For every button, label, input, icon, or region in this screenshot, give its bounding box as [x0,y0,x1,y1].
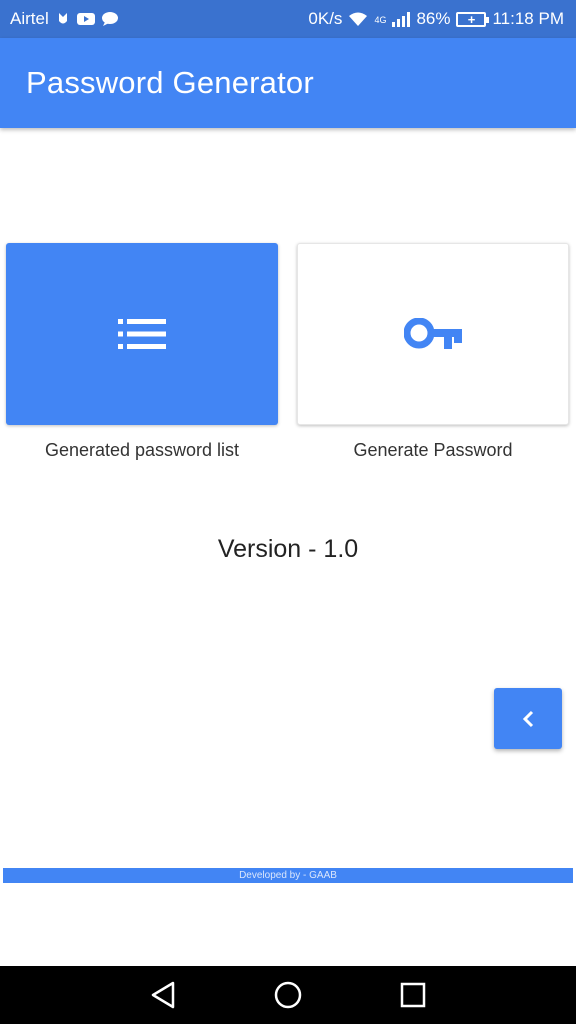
generate-password-label: Generate Password [353,440,513,460]
chevron-left-icon [522,710,534,727]
generated-password-list-button[interactable] [6,243,278,425]
back-button[interactable] [494,688,562,749]
nav-home-button[interactable] [268,975,308,1015]
app-title: Password Generator [26,65,314,100]
notification-icon [58,13,67,24]
system-nav-bar [0,966,576,1024]
generated-password-list-label: Generated password list [44,440,240,460]
developer-credit: Developed by - GAAB [3,868,573,883]
wifi-icon [349,12,368,26]
clock: 11:18 PM [492,9,564,28]
circle-home-icon [274,981,302,1009]
status-bar: Airtel 0K/s 4G 86% + 11:18 PM [0,0,576,38]
square-recents-icon [401,982,426,1008]
youtube-icon [76,13,95,25]
nav-back-button[interactable] [143,975,183,1015]
carrier-name: Airtel [10,9,49,28]
generate-password-button[interactable] [297,243,569,425]
signal-icon [392,11,411,27]
list-icon [118,319,166,349]
message-icon [101,12,118,26]
data-speed: 0K/s [308,9,343,28]
battery-percent: 86% [416,9,451,28]
nav-recents-button[interactable] [393,975,433,1015]
battery-icon: + [456,11,490,27]
version-text: Version - 1.0 [217,535,359,563]
app-bar: Password Generator [0,38,576,128]
key-icon [404,318,462,349]
network-type: 4G [374,15,387,25]
triangle-back-icon [151,981,174,1009]
